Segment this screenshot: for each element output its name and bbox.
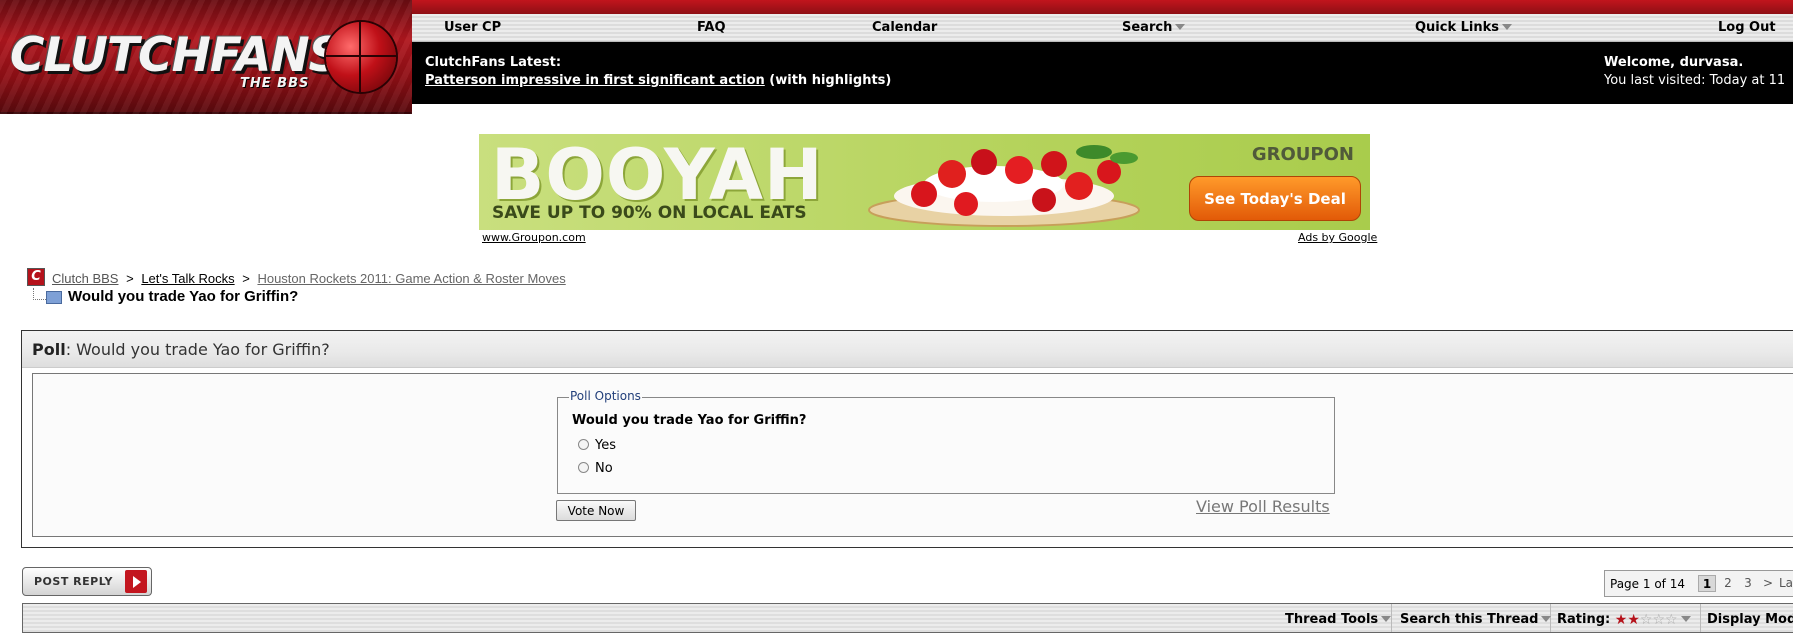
news-label: ClutchFans Latest:: [425, 55, 562, 70]
pagination-label: Page 1 of 14: [1610, 577, 1685, 591]
nav-faq[interactable]: FAQ: [697, 20, 726, 35]
rating-stars: ★★☆☆☆: [1615, 613, 1678, 628]
news-bar: ClutchFans Latest: Patterson impressive …: [412, 42, 1793, 104]
logo-subtext: THE BBS: [240, 76, 310, 91]
groupon-ad-banner[interactable]: BOOYAH SAVE UP TO 90% ON LOCAL EATS GROU…: [479, 134, 1370, 230]
breadcrumb-separator: >: [126, 271, 134, 286]
radio-button[interactable]: [578, 462, 589, 473]
post-reply-label: POST REPLY: [34, 575, 113, 588]
breadcrumb-separator: >: [242, 271, 250, 286]
nav-user-cp-label: User CP: [444, 20, 502, 35]
poll-header: Poll: Would you trade Yao for Griffin?: [22, 331, 1793, 368]
forum-home-icon[interactable]: C: [27, 268, 45, 286]
nav-calendar-label: Calendar: [872, 20, 938, 35]
chevron-down-icon: [1381, 616, 1392, 622]
ads-by-google-link[interactable]: Ads by Google: [1298, 231, 1377, 244]
ad-url-link[interactable]: www.Groupon.com: [482, 231, 586, 244]
thread-tools-menu[interactable]: Thread Tools: [1285, 612, 1392, 627]
rating-label: Rating:: [1557, 612, 1611, 627]
star-empty-icon: ☆: [1652, 612, 1665, 628]
nav-user-cp[interactable]: User CP: [444, 20, 501, 35]
welcome-greeting: Welcome, durvasa.: [1604, 55, 1744, 70]
page-link[interactable]: 3: [1739, 575, 1757, 592]
star-filled-icon: ★: [1627, 612, 1640, 628]
poll-option-label: Yes: [595, 438, 616, 453]
poll-option-yes[interactable]: Yes: [578, 438, 616, 453]
last-visited-text: You last visited: Today at 11: [1604, 73, 1786, 88]
header-accent-bar: [412, 0, 1793, 14]
vote-now-button[interactable]: Vote Now: [556, 500, 636, 521]
tree-connector: [33, 288, 46, 300]
strawberry-dessert-image: [868, 145, 1140, 227]
poll-question: Would you trade Yao for Griffin?: [572, 413, 807, 428]
star-empty-icon: ☆: [1665, 612, 1678, 628]
breadcrumb: Clutch BBS > Let's Talk Rocks > Houston …: [52, 271, 566, 286]
nav-log-out-label: Log Out: [1718, 20, 1776, 35]
ad-subline: SAVE UP TO 90% ON LOCAL EATS: [492, 203, 807, 223]
chevron-down-icon: [1541, 616, 1552, 622]
page-link-current[interactable]: 1: [1698, 575, 1716, 592]
nav-search-label: Search: [1122, 20, 1173, 35]
folder-icon: [46, 291, 62, 304]
poll-options-fieldset: Poll Options Would you trade Yao for Gri…: [557, 389, 1335, 494]
breadcrumb-forum-link[interactable]: Let's Talk Rocks: [141, 271, 234, 286]
logo-text: CLUTCHFANS: [10, 28, 343, 83]
star-filled-icon: ★: [1614, 612, 1628, 628]
news-headline-link[interactable]: Patterson impressive in first significan…: [425, 73, 765, 88]
search-thread-menu[interactable]: Search this Thread: [1400, 612, 1552, 627]
arrow-right-icon: [125, 570, 147, 593]
breadcrumb-subforum-link[interactable]: Houston Rockets 2011: Game Action & Rost…: [257, 271, 565, 286]
ad-brand: GROUPON: [1251, 144, 1354, 165]
nav-log-out[interactable]: Log Out: [1718, 20, 1776, 35]
post-reply-button[interactable]: POST REPLY: [22, 567, 152, 596]
star-empty-icon: ☆: [1639, 612, 1653, 628]
poll-options-legend: Poll Options: [569, 389, 642, 403]
poll-label: Poll: [32, 340, 66, 359]
poll-body: Poll Options Would you trade Yao for Gri…: [32, 373, 1793, 537]
search-thread-label: Search this Thread: [1400, 612, 1539, 627]
next-page-link[interactable]: >: [1759, 575, 1777, 592]
page-link[interactable]: 2: [1719, 575, 1737, 592]
nav-search[interactable]: Search: [1122, 20, 1186, 35]
ad-cta-button[interactable]: See Today's Deal: [1189, 176, 1361, 221]
news-suffix: (with highlights): [769, 73, 892, 88]
site-logo[interactable]: CLUTCHFANS THE BBS: [0, 0, 412, 114]
thread-title: Would you trade Yao for Griffin?: [68, 288, 299, 305]
poll-panel: Poll: Would you trade Yao for Griffin? P…: [21, 330, 1793, 548]
chevron-down-icon: [1680, 616, 1691, 622]
view-poll-results-link[interactable]: View Poll Results: [1196, 497, 1330, 516]
nav-faq-label: FAQ: [697, 20, 726, 35]
poll-option-no[interactable]: No: [578, 461, 613, 476]
breadcrumb-root-link[interactable]: Clutch BBS: [52, 271, 118, 286]
nav-quick-links-label: Quick Links: [1415, 20, 1500, 35]
last-page-link[interactable]: Last: [1779, 575, 1793, 592]
chevron-down-icon: [1175, 24, 1186, 30]
basketball-icon: [326, 22, 396, 92]
pagination: Page 1 of 14 1 2 3 > Last: [1604, 570, 1793, 597]
poll-option-label: No: [595, 461, 613, 476]
nav-calendar[interactable]: Calendar: [872, 20, 937, 35]
chevron-down-icon: [1502, 24, 1513, 30]
display-modes-label: Display Modes: [1707, 612, 1793, 627]
site-header: CLUTCHFANS THE BBS User CP FAQ Calendar …: [0, 0, 1793, 115]
nav-quick-links[interactable]: Quick Links: [1415, 20, 1513, 35]
poll-title: Poll: Would you trade Yao for Griffin?: [32, 340, 330, 359]
radio-button[interactable]: [578, 439, 589, 450]
thread-toolbar: Thread Tools Search this Thread Rating: …: [22, 603, 1793, 633]
news-line: Patterson impressive in first significan…: [425, 73, 891, 88]
rating-menu[interactable]: Rating: ★★☆☆☆: [1557, 612, 1691, 628]
thread-tools-label: Thread Tools: [1285, 612, 1379, 627]
top-navbar: User CP FAQ Calendar Search Quick Links …: [412, 14, 1793, 42]
poll-title-text: : Would you trade Yao for Griffin?: [65, 340, 330, 359]
display-modes-menu[interactable]: Display Modes: [1707, 612, 1793, 627]
